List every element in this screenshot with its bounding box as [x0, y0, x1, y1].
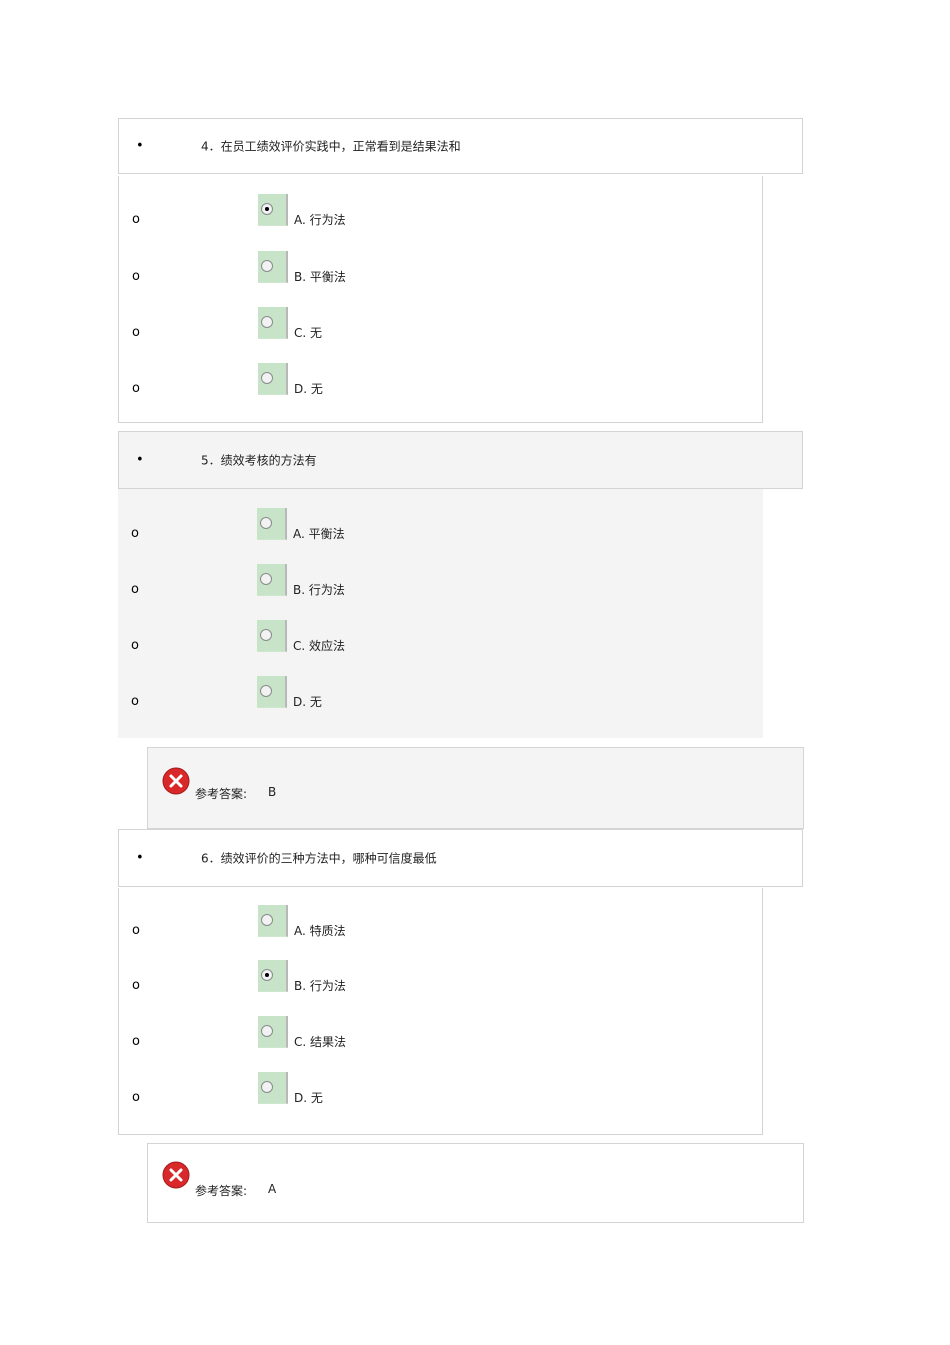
radio-button[interactable]	[257, 508, 287, 540]
option-label: C. 无	[294, 326, 323, 340]
option-label: D. 无	[294, 382, 323, 396]
option-row[interactable]: o A. 特质法	[119, 905, 762, 939]
option-row[interactable]: o B. 行为法	[118, 564, 763, 598]
radio-button[interactable]	[257, 620, 287, 652]
list-marker: o	[132, 1034, 140, 1049]
question-4-options: o A. 行为法 o B. 平衡法 o C. 无 o D. 无	[118, 176, 763, 423]
radio-button-selected[interactable]	[258, 960, 288, 992]
radio-circle-icon	[260, 517, 272, 529]
answer-value: B	[268, 785, 277, 799]
radio-circle-icon	[260, 685, 272, 697]
radio-circle-icon	[261, 260, 273, 272]
question-4-header: • 4．在员工绩效评价实践中，正常看到是结果法和	[118, 118, 803, 174]
option-row[interactable]: o A. 平衡法	[118, 508, 763, 542]
list-marker: o	[132, 381, 140, 396]
bullet: •	[136, 452, 144, 468]
question-5-text: 5．绩效考核的方法有	[201, 453, 317, 468]
radio-circle-icon	[261, 1081, 273, 1093]
option-row[interactable]: o C. 结果法	[119, 1016, 762, 1050]
option-label: B. 行为法	[294, 979, 346, 993]
question-5-options: o A. 平衡法 o B. 行为法 o C. 效应法 o D. 无	[118, 489, 763, 738]
option-row[interactable]: o B. 平衡法	[119, 251, 762, 285]
question-5-header: • 5．绩效考核的方法有	[118, 431, 803, 489]
radio-circle-icon	[261, 1025, 273, 1037]
option-label: A. 平衡法	[293, 527, 345, 541]
radio-circle-icon	[260, 573, 272, 585]
option-row[interactable]: o C. 效应法	[118, 620, 763, 654]
list-marker: o	[131, 582, 139, 597]
option-row[interactable]: o D. 无	[119, 1072, 762, 1106]
radio-button[interactable]	[258, 251, 288, 283]
radio-button[interactable]	[258, 1016, 288, 1048]
radio-button[interactable]	[258, 363, 288, 395]
list-marker: o	[132, 325, 140, 340]
answer-box-5: 参考答案: B	[147, 747, 804, 829]
option-row[interactable]: o B. 行为法	[119, 960, 762, 994]
radio-button[interactable]	[258, 905, 288, 937]
option-row[interactable]: o D. 无	[119, 363, 762, 397]
answer-label: 参考答案:	[195, 787, 248, 801]
question-6-text: 6．绩效评价的三种方法中，哪种可信度最低	[201, 851, 437, 866]
red-x-icon	[162, 1161, 190, 1189]
bullet: •	[136, 850, 144, 866]
radio-circle-icon	[261, 203, 273, 215]
option-label: A. 行为法	[294, 213, 346, 227]
radio-circle-icon	[261, 316, 273, 328]
option-row[interactable]: o A. 行为法	[119, 194, 762, 228]
question-6-header: • 6．绩效评价的三种方法中，哪种可信度最低	[118, 829, 803, 887]
option-label: B. 平衡法	[294, 270, 346, 284]
bullet: •	[136, 138, 144, 154]
radio-circle-icon	[261, 914, 273, 926]
list-marker: o	[131, 526, 139, 541]
list-marker: o	[132, 269, 140, 284]
list-marker: o	[132, 923, 140, 938]
list-marker: o	[132, 212, 140, 227]
question-6-options: o A. 特质法 o B. 行为法 o C. 结果法 o D. 无	[118, 888, 763, 1135]
list-marker: o	[131, 694, 139, 709]
option-label: B. 行为法	[293, 583, 345, 597]
radio-circle-icon	[260, 629, 272, 641]
radio-button[interactable]	[258, 307, 288, 339]
answer-box-6: 参考答案: A	[147, 1143, 804, 1223]
list-marker: o	[132, 1090, 140, 1105]
radio-button[interactable]	[258, 1072, 288, 1104]
radio-circle-icon	[261, 372, 273, 384]
option-label: D. 无	[293, 695, 322, 709]
red-x-icon	[162, 767, 190, 795]
question-4-text: 4．在员工绩效评价实践中，正常看到是结果法和	[201, 139, 461, 154]
answer-value: A	[268, 1182, 277, 1196]
option-label: C. 效应法	[293, 639, 346, 653]
option-row[interactable]: o D. 无	[118, 676, 763, 710]
option-label: C. 结果法	[294, 1035, 347, 1049]
radio-button[interactable]	[257, 676, 287, 708]
radio-button[interactable]	[257, 564, 287, 596]
option-label: A. 特质法	[294, 924, 346, 938]
answer-label: 参考答案:	[195, 1184, 248, 1198]
list-marker: o	[131, 638, 139, 653]
radio-button-selected[interactable]	[258, 194, 288, 226]
radio-circle-icon	[261, 969, 273, 981]
list-marker: o	[132, 978, 140, 993]
option-row[interactable]: o C. 无	[119, 307, 762, 341]
option-label: D. 无	[294, 1091, 323, 1105]
